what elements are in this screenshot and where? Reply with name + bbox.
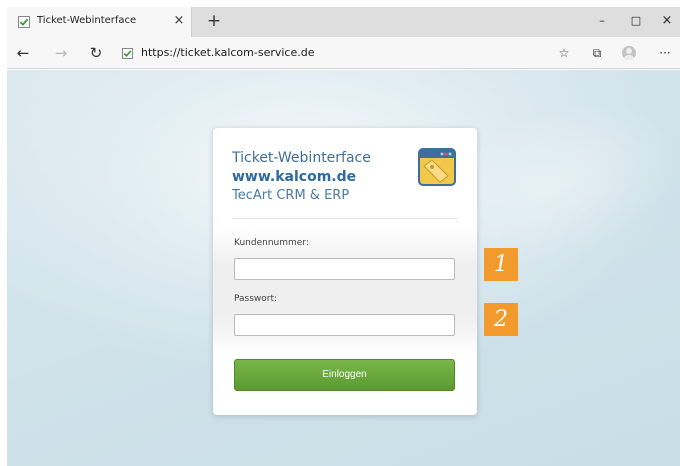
title-bar: Ticket-Webinterface × + – □ × [7,7,680,37]
site-identity-icon[interactable] [122,48,133,59]
collections-icon[interactable]: ⧉ [588,44,606,62]
new-tab-button[interactable]: + [204,11,224,31]
profile-avatar-icon[interactable] [622,46,636,60]
login-subtitle: TecArt CRM & ERP [232,188,350,203]
login-card: Ticket-Webinterface www.kalcom.de TecArt… [213,128,477,415]
login-title: Ticket-Webinterface [232,150,371,166]
tab-title: Ticket-Webinterface [37,15,137,26]
login-domain: www.kalcom.de [232,169,357,185]
minimize-button[interactable]: – [592,12,612,30]
url-field[interactable]: https://ticket.kalcom-service.de [141,46,315,59]
password-label: Passwort: [234,294,278,304]
card-divider [232,218,458,219]
refresh-button[interactable]: ↻ [86,43,106,63]
forward-button[interactable]: → [51,43,71,63]
annotation-marker-2: 2 [484,303,518,336]
annotation-marker-1: 1 [484,248,518,281]
checkbox-favicon-icon [18,16,30,28]
ticket-app-icon [418,148,456,186]
more-menu-icon[interactable]: ··· [656,44,674,62]
browser-window: Ticket-Webinterface × + – □ × ← → ↻ http… [7,7,680,466]
password-input[interactable] [234,314,455,336]
maximize-button[interactable]: □ [626,12,646,30]
tab-close-icon[interactable]: × [171,12,187,30]
browser-tab[interactable]: Ticket-Webinterface × [7,7,192,37]
customer-number-label: Kundennummer: [234,238,309,248]
customer-number-input[interactable] [234,258,455,280]
address-toolbar: ← → ↻ https://ticket.kalcom-service.de ☆… [7,37,680,69]
back-button[interactable]: ← [13,43,33,63]
favorites-icon[interactable]: ☆ [555,44,573,62]
page-content: Ticket-Webinterface www.kalcom.de TecArt… [7,70,680,466]
close-window-button[interactable]: × [657,12,677,30]
login-button[interactable]: Einloggen [234,359,455,391]
